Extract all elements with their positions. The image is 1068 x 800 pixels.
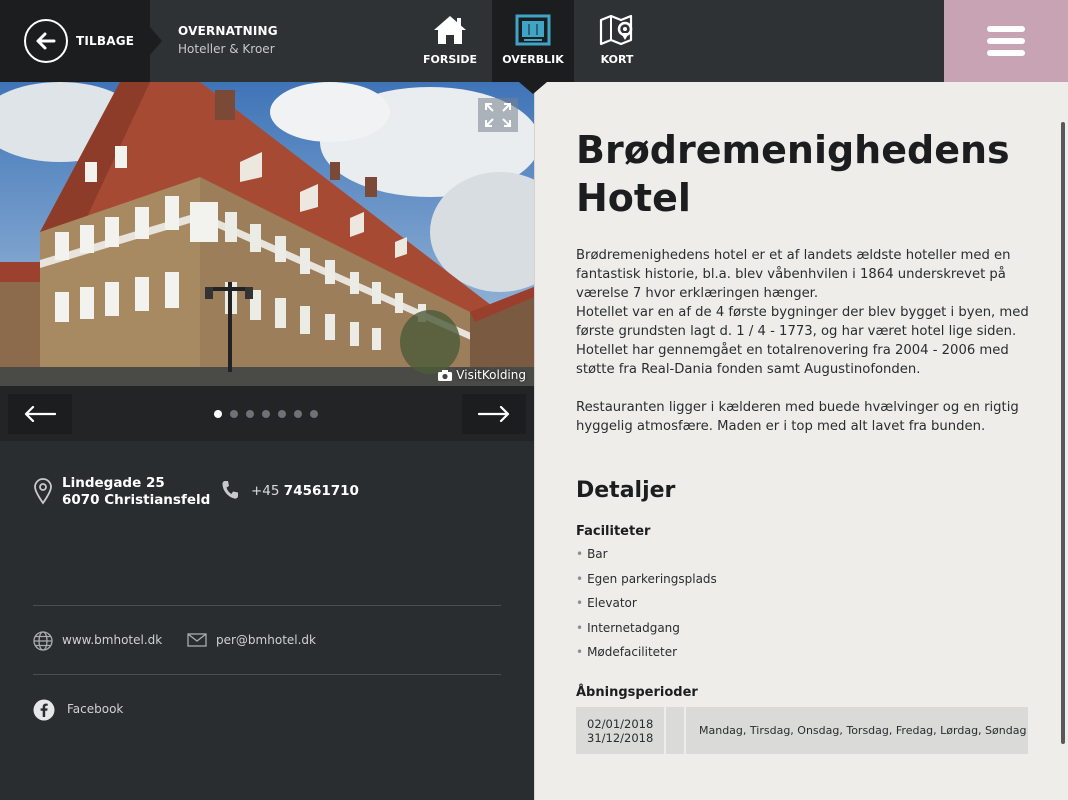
- arrow-left-icon: [24, 406, 56, 422]
- previous-image-button[interactable]: [8, 394, 72, 434]
- description-line: Brødremenighedens hotel er et af landets…: [576, 248, 1011, 263]
- arrow-right-icon: [478, 406, 510, 422]
- slide-dot[interactable]: [262, 410, 270, 418]
- description-line: første grundsten lagt d. 1 / 4 - 1773, o…: [576, 324, 1017, 339]
- details-heading: Detaljer: [576, 478, 676, 503]
- address-street: Lindegade 25: [62, 475, 165, 491]
- slide-indicator: [214, 410, 318, 418]
- back-arrow-icon: [24, 19, 68, 63]
- hotel-building-image: [0, 82, 534, 386]
- divider: [33, 674, 501, 675]
- phone-icon: [222, 481, 238, 499]
- camera-icon: [438, 370, 453, 381]
- photo-credit-text: VisitKolding: [456, 368, 526, 382]
- address: Lindegade 25 6070 Christiansfeld: [62, 475, 210, 509]
- description-paragraph-1: Brødremenighedens hotel er et af landets…: [576, 246, 1031, 379]
- description-line: Hotellet var en af de 4 første bygninger…: [576, 305, 1029, 320]
- description-line: værelse 7 hvor erklæringen hænger.: [576, 286, 819, 301]
- website-link[interactable]: www.bmhotel.dk: [62, 633, 162, 647]
- phone-number[interactable]: +45 74561710: [251, 483, 359, 499]
- back-notch: [150, 27, 162, 55]
- hotel-description: Brødremenighedens hotel er et af landets…: [576, 246, 1031, 436]
- slide-dot[interactable]: [214, 410, 222, 418]
- fullscreen-expand-icon[interactable]: [478, 98, 518, 132]
- photo-credit: VisitKolding: [438, 368, 526, 382]
- scrollbar[interactable]: [1061, 122, 1065, 744]
- active-tab-notch: [519, 82, 547, 94]
- social-row: Facebook: [33, 699, 501, 721]
- hamburger-menu-icon[interactable]: [944, 0, 1068, 82]
- globe-icon: [33, 631, 53, 651]
- address-phone-row: Lindegade 25 6070 Christiansfeld +45 745…: [33, 475, 501, 525]
- nav-kort[interactable]: KORT: [576, 0, 658, 82]
- opening-dates: 02/01/2018 31/12/2018: [576, 707, 664, 754]
- email-link[interactable]: per@bmhotel.dk: [216, 633, 316, 647]
- back-button[interactable]: TILBAGE: [0, 0, 150, 82]
- list-item: Mødefaciliteter: [576, 644, 717, 669]
- slide-dot[interactable]: [310, 410, 318, 418]
- opening-to: 31/12/2018: [587, 731, 654, 745]
- slide-dot[interactable]: [278, 410, 286, 418]
- back-label: TILBAGE: [76, 34, 135, 48]
- description-paragraph-2: Restauranten ligger i kælderen med buede…: [576, 398, 1031, 436]
- list-item: Elevator: [576, 595, 717, 620]
- next-image-button[interactable]: [462, 394, 526, 434]
- nav-overblik[interactable]: OVERBLIK: [492, 0, 574, 82]
- facebook-icon: [33, 699, 55, 721]
- divider: [33, 605, 501, 606]
- phone-prefix: +45: [251, 483, 280, 499]
- category-subtitle: Hoteller & Kroer: [178, 42, 275, 56]
- facebook-link[interactable]: Facebook: [67, 702, 123, 716]
- description-line: Hotellet har gennemgået en totalrenoveri…: [576, 343, 1009, 358]
- slide-dot[interactable]: [246, 410, 254, 418]
- category-title: OVERNATNING: [178, 24, 278, 38]
- description-line: støtte fra Real-Dania fonden samt August…: [576, 362, 921, 377]
- location-pin-icon: [34, 478, 52, 505]
- detail-panel: Brødremenighedens Hotel Brødremenigheden…: [534, 82, 1068, 800]
- opening-periods-table: 02/01/2018 31/12/2018 Mandag, Tirsdag, O…: [576, 707, 1028, 754]
- hotel-title: Brødremenighedens Hotel: [576, 126, 1026, 222]
- description-line: hyggelig atmosfære. Maden er i top med a…: [576, 419, 986, 434]
- hotel-photo: VisitKolding: [0, 82, 534, 386]
- address-city: 6070 Christiansfeld: [62, 492, 211, 508]
- slide-dot[interactable]: [294, 410, 302, 418]
- facilities-heading: Faciliteter: [576, 524, 651, 539]
- list-item: Egen parkeringsplads: [576, 571, 717, 596]
- nav-kort-label: KORT: [600, 53, 634, 66]
- description-line: Restauranten ligger i kælderen med buede…: [576, 400, 1019, 415]
- hotel-title-line-2: Hotel: [576, 176, 691, 220]
- nav-forside[interactable]: FORSIDE: [409, 0, 491, 82]
- slide-dot[interactable]: [230, 410, 238, 418]
- breadcrumb: OVERNATNING Hoteller & Kroer: [178, 24, 278, 56]
- opening-periods-heading: Åbningsperioder: [576, 685, 698, 700]
- top-bar: TILBAGE OVERNATNING Hoteller & Kroer FOR…: [0, 0, 1068, 94]
- opening-days: Mandag, Tirsdag, Onsdag, Torsdag, Fredag…: [699, 724, 1027, 737]
- nav-forside-label: FORSIDE: [423, 53, 477, 66]
- web-mail-row: www.bmhotel.dk per@bmhotel.dk: [33, 631, 501, 651]
- facilities-list: Bar Egen parkeringsplads Elevator Intern…: [576, 546, 717, 669]
- phone-digits: 74561710: [283, 483, 359, 499]
- left-panel: VisitKolding Lindegade 25 6070 Christian…: [0, 82, 534, 800]
- hotel-title-line-1: Brødremenighedens: [576, 128, 1010, 172]
- gallery-controls: [0, 386, 534, 441]
- overview-icon: [515, 14, 551, 46]
- house-icon: [434, 16, 466, 44]
- map-icon: [599, 14, 633, 46]
- envelope-icon: [187, 633, 207, 647]
- nav-overblik-label: OVERBLIK: [502, 53, 564, 66]
- list-item: Bar: [576, 546, 717, 571]
- table-spacer: [664, 707, 686, 754]
- opening-from: 02/01/2018: [587, 717, 654, 731]
- description-line: fantastisk historie, bl.a. blev våbenhvi…: [576, 267, 1006, 282]
- list-item: Internetadgang: [576, 620, 717, 645]
